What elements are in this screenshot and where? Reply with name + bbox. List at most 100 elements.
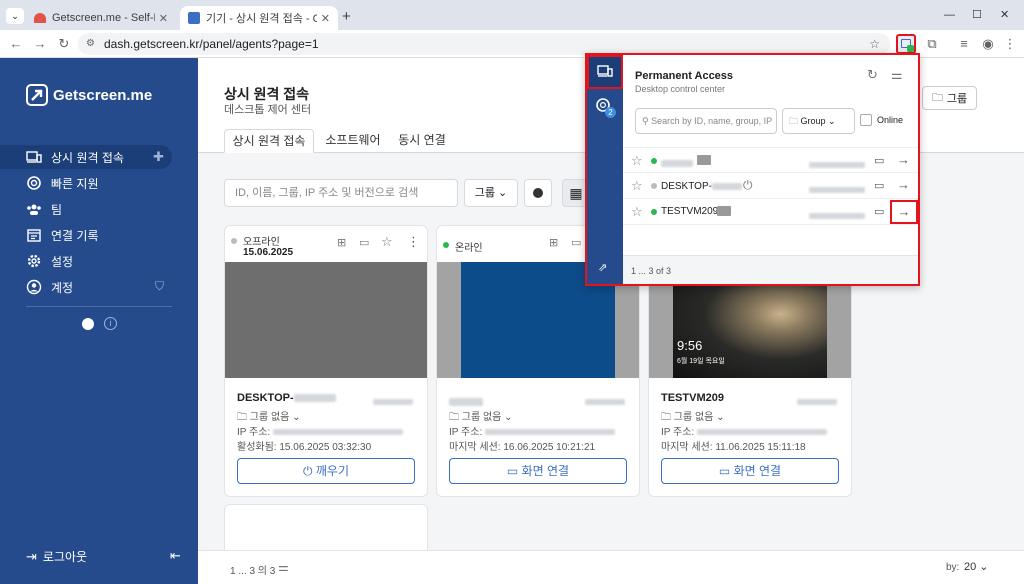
connect-arrow-icon[interactable]: → [897,152,910,167]
sidebar-item-history[interactable]: 연결 기록 [0,223,172,247]
getscreen-extension-icon[interactable] [896,34,916,54]
favorite-star-icon[interactable]: ☆ [381,234,393,250]
ip-address: IP 주소: [661,423,828,438]
screen-connect-icon[interactable]: ▭ [359,236,369,249]
favorite-star-icon[interactable]: ☆ [631,178,643,194]
pagination-label: 1 ... 3 의 3 [230,566,276,577]
popup-search-input[interactable]: ⚲ Search by ID, name, group, IP [635,108,777,134]
popup-device-row[interactable]: ☆ DESKTOP- ⏻ ▭ → [623,173,918,199]
sidebar-item-account[interactable]: 계정 ⛉ [0,275,172,299]
filter-settings-icon[interactable]: ⚌ [891,67,903,83]
media-control-icon[interactable]: ≡ [956,36,972,52]
screen-connect-button[interactable]: ▭ 화면 연결 [661,458,839,484]
refresh-icon[interactable]: ↻ [867,67,878,83]
device-meta [809,157,865,171]
window-close-icon[interactable]: ✕ [1000,8,1009,21]
screen-connect-button[interactable]: ▭ 화면 연결 [449,458,627,484]
url-text: dash.getscreen.kr/panel/agents?page=1 [104,37,319,51]
close-tab-icon[interactable]: ✕ [159,12,168,25]
online-checkbox[interactable] [860,114,872,126]
sidebar-item-team[interactable]: 팀 [0,197,172,221]
filter-settings-icon[interactable]: ⚌ [278,560,289,574]
address-bar[interactable]: ⚙ dash.getscreen.kr/panel/agents?page=1 … [78,33,890,55]
logout-icon: ⇥ [26,548,37,564]
permanent-access-rail-button[interactable] [587,55,623,89]
reload-icon[interactable]: ↻ [56,36,72,52]
info-icon[interactable]: i [104,317,117,330]
tab-software[interactable]: 소프트웨어 [320,129,386,153]
browser-menu-icon[interactable]: ⋮ [1002,36,1018,52]
getscreen-logo-icon [26,84,48,106]
popup-group-select[interactable]: 🗀 Group ⌄ [782,108,855,134]
power-icon: ⏻ [303,464,313,478]
brand-name: Getscreen.me [53,86,153,104]
forward-icon[interactable]: → [32,36,48,52]
group-button[interactable]: 🗀 그룹 [922,86,977,110]
per-page-label: by: [946,562,960,573]
wake-up-button[interactable]: ⏻ 깨우기 [237,458,415,484]
open-dashboard-icon[interactable]: ⇗ [598,261,607,274]
sidebar-item-label: 설정 [51,254,74,269]
site-info-icon[interactable]: ⚙ [86,33,95,55]
device-card-offline[interactable]: 오프라인 15.06.2025 ⊞ ▭ ☆ ⋮ DESKTOP- 🗀 그룹 없음… [224,225,428,497]
collapse-sidebar-icon[interactable]: ⇤ [170,548,181,564]
tab-title: 기기 - 상시 원격 접속 - Getscre [206,13,317,25]
sidebar-item-permanent-access[interactable]: 상시 원격 접속 ✚ [0,145,172,169]
extension-puzzle-icon[interactable]: ✚ [153,149,164,165]
favorite-star-icon[interactable]: ☆ [631,204,643,220]
sidebar-item-quick-support[interactable]: 빠른 지원 [0,171,172,195]
getscreen-mini-logo-icon[interactable] [82,318,94,330]
device-version [373,394,413,408]
quick-support-rail-button[interactable]: 2 [595,97,616,118]
device-version [585,394,625,408]
logout-button[interactable]: ⇥ 로그아웃 [26,548,87,565]
account-icon [26,279,42,295]
back-icon[interactable]: ← [8,36,24,52]
logout-label: 로그아웃 [42,550,88,564]
bookmark-star-icon[interactable]: ☆ [869,33,880,55]
browser-tab-1[interactable]: Getscreen.me - Self-Hosted - I ✕ [26,6,176,30]
connect-arrow-button[interactable]: → [890,200,918,224]
screen-connect-icon[interactable]: ▭ [571,236,581,249]
extensions-puzzle-icon[interactable]: ⧉ [924,36,940,52]
popup-rail: 2 ⇗ [587,55,623,284]
screen-connect-icon: ▭ [506,464,519,478]
device-meta [809,182,865,196]
ip-address: IP 주소: [237,423,404,438]
brand-logo[interactable]: Getscreen.me [26,84,152,106]
browser-tab-strip: ⌄ Getscreen.me - Self-Hosted - I ✕ 기기 - … [0,0,1024,30]
tab-search-button[interactable]: ⌄ [6,8,24,24]
popup-device-row[interactable]: ☆ TESTVM209 ▭ → [623,199,918,225]
screen-preview[interactable] [225,262,427,378]
sidebar-item-label: 연결 기록 [51,228,99,243]
screen-connect-icon[interactable]: ▭ [874,179,884,192]
profile-icon[interactable]: ◉ [980,36,996,52]
tab-simultaneous-connections[interactable]: 동시 연결 [392,129,452,153]
sidebar-item-settings[interactable]: 설정 [0,249,172,273]
browser-tab-2[interactable]: 기기 - 상시 원격 접속 - Getscre ✕ [180,6,338,30]
last-active: 활성화됨: 15.06.2025 03:32:30 [237,442,372,453]
screen-connect-icon[interactable]: ▭ [874,205,884,218]
favorite-star-icon[interactable]: ☆ [631,153,643,169]
screen-connect-icon[interactable]: ▭ [874,154,884,167]
group-filter-select[interactable]: 그룹 ⌄ [464,179,518,207]
connect-arrow-icon[interactable]: → [897,177,910,192]
status-filter-toggle[interactable] [524,179,552,207]
search-input[interactable]: ID, 이름, 그룹, IP 주소 및 버전으로 검색 [224,179,458,207]
more-options-icon[interactable]: ⋮ [407,234,420,250]
window-maximize-icon[interactable]: ☐ [972,8,982,21]
new-tab-button[interactable]: + [342,8,351,25]
status-dot [231,238,237,244]
device-name: TESTVM209 [661,392,724,404]
popup-subtitle: Desktop control center [635,84,726,94]
power-icon[interactable]: ⏻ [743,178,753,193]
popup-title: Permanent Access [635,70,734,82]
close-tab-icon[interactable]: ✕ [321,12,330,25]
per-page-select[interactable]: 20 ⌄ [964,560,989,573]
device-version [797,394,837,408]
add-device-card[interactable] [224,504,428,550]
popup-device-row[interactable]: ☆ ▭ → [623,147,918,173]
tab-permanent-access[interactable]: 상시 원격 접속 [224,129,314,153]
last-session: 마지막 세션: 11.06.2025 15:11:18 [661,442,806,453]
window-minimize-icon[interactable]: — [944,9,955,21]
